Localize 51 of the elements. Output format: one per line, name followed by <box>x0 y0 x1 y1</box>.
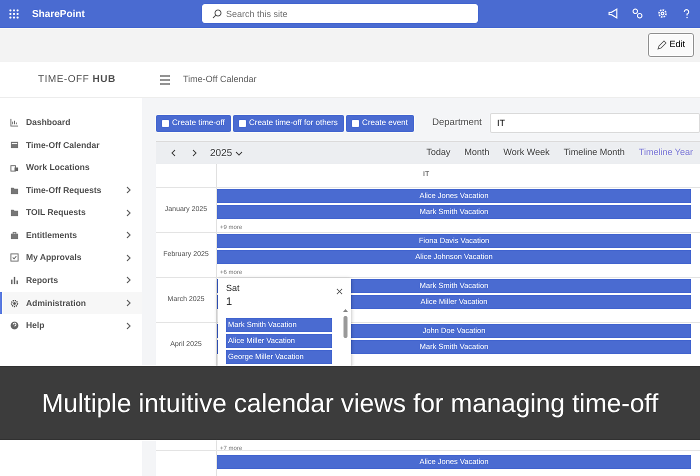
action-button[interactable]: Create time-off for others <box>233 114 344 132</box>
bar-chart-icon <box>10 276 19 285</box>
buildings-icon <box>10 162 19 172</box>
sidebar-item[interactable]: Reports <box>0 269 142 292</box>
sidebar-item[interactable]: Time-Off Calendar <box>0 134 142 156</box>
briefcase-icon <box>10 230 19 240</box>
sidebar-item[interactable]: Dashboard <box>0 111 142 134</box>
sidebar-item[interactable]: Time-Off Requests <box>0 178 142 202</box>
checkbox-icon <box>10 253 19 262</box>
app-name[interactable]: SharePoint <box>32 6 85 22</box>
sidebar-item[interactable]: TOIL Requests <box>0 201 142 224</box>
calendar-icon <box>10 140 19 150</box>
chevron-right-icon[interactable] <box>192 149 198 157</box>
view-tab[interactable]: Timeline Month <box>556 146 632 160</box>
caption-banner: Multiple intuitive calendar views for managing time-off <box>0 366 700 440</box>
view-tab[interactable]: Month <box>457 146 496 160</box>
action-button[interactable]: Create event <box>346 114 414 132</box>
popup-weekday: Sat <box>226 282 240 295</box>
chevron-left-icon[interactable] <box>170 149 176 157</box>
folder-icon <box>10 208 19 218</box>
caret-icon <box>234 150 242 156</box>
search-field[interactable]: Search this site <box>202 4 478 23</box>
menu-icon[interactable] <box>160 74 170 84</box>
action-button[interactable]: Create time-off <box>156 114 231 132</box>
sidebar-item[interactable]: My Approvals <box>0 246 142 270</box>
folder-icon <box>10 186 19 195</box>
help-icon[interactable] <box>681 8 692 19</box>
year-dropdown[interactable]: 2025 <box>206 146 246 160</box>
page-title: Time-Off Calendar <box>183 72 257 86</box>
help-icon <box>10 321 19 330</box>
popup-day: 1 <box>226 296 232 308</box>
department-label: Department <box>432 116 482 130</box>
sidebar-item[interactable]: Entitlements <box>0 224 142 247</box>
megaphone-icon[interactable] <box>608 8 618 19</box>
edit-button[interactable]: Edit <box>648 33 694 57</box>
department-field[interactable]: IT <box>490 113 700 133</box>
search-icon <box>212 9 222 19</box>
app-launcher-icon[interactable] <box>8 8 20 20</box>
pencil-icon <box>657 40 668 50</box>
close-icon[interactable] <box>336 288 343 295</box>
sidebar-item[interactable]: Work Locations <box>0 156 142 179</box>
sidebar-item[interactable]: Administration <box>0 292 142 314</box>
chart-icon <box>10 118 19 127</box>
settings-icon[interactable] <box>656 8 668 19</box>
settings-icon <box>10 298 19 308</box>
share-icon[interactable] <box>632 8 643 19</box>
view-tab[interactable]: Timeline Year <box>632 146 700 160</box>
site-logo[interactable]: TIME-OFF HUB <box>0 72 160 87</box>
view-tab[interactable]: Today <box>419 146 458 160</box>
view-tab[interactable]: Work Week <box>496 146 557 160</box>
sidebar-item[interactable]: Help <box>0 314 142 337</box>
